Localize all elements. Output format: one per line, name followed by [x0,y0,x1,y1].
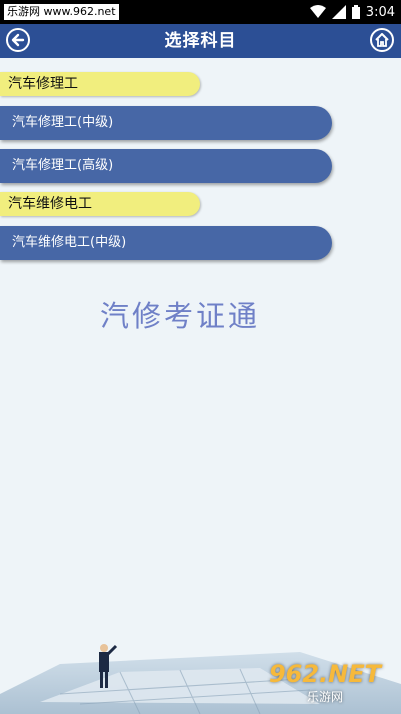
subject-auto-repair-advanced[interactable]: 汽车修理工(高级) [0,149,332,183]
section-header-auto-electrician: 汽车维修电工 [0,192,200,216]
watermark-label: 乐游网 www.962.net [4,4,119,20]
subject-auto-repair-intermediate[interactable]: 汽车修理工(中级) [0,106,332,140]
status-icons: 3:04 [309,3,395,21]
section-header-auto-repair: 汽车修理工 [0,72,200,96]
watermark-small: 乐游网 [306,690,343,704]
subject-auto-electrician-intermediate[interactable]: 汽车维修电工(中级) [0,226,332,260]
home-button[interactable] [370,28,394,52]
home-icon [375,33,389,47]
battery-icon [351,5,360,19]
watermark-big: 962.NET [268,660,382,688]
bottom-watermark: 962.NET 乐游网 [255,660,395,708]
app-bar: 选择科目 [0,24,401,58]
status-bar: 乐游网 www.962.net 3:04 [0,0,401,24]
page-title: 选择科目 [164,31,237,51]
wifi-icon [309,5,326,18]
signal-icon [331,5,346,19]
status-time: 3:04 [365,4,395,20]
brand-text: 汽修考证通 [99,299,260,333]
